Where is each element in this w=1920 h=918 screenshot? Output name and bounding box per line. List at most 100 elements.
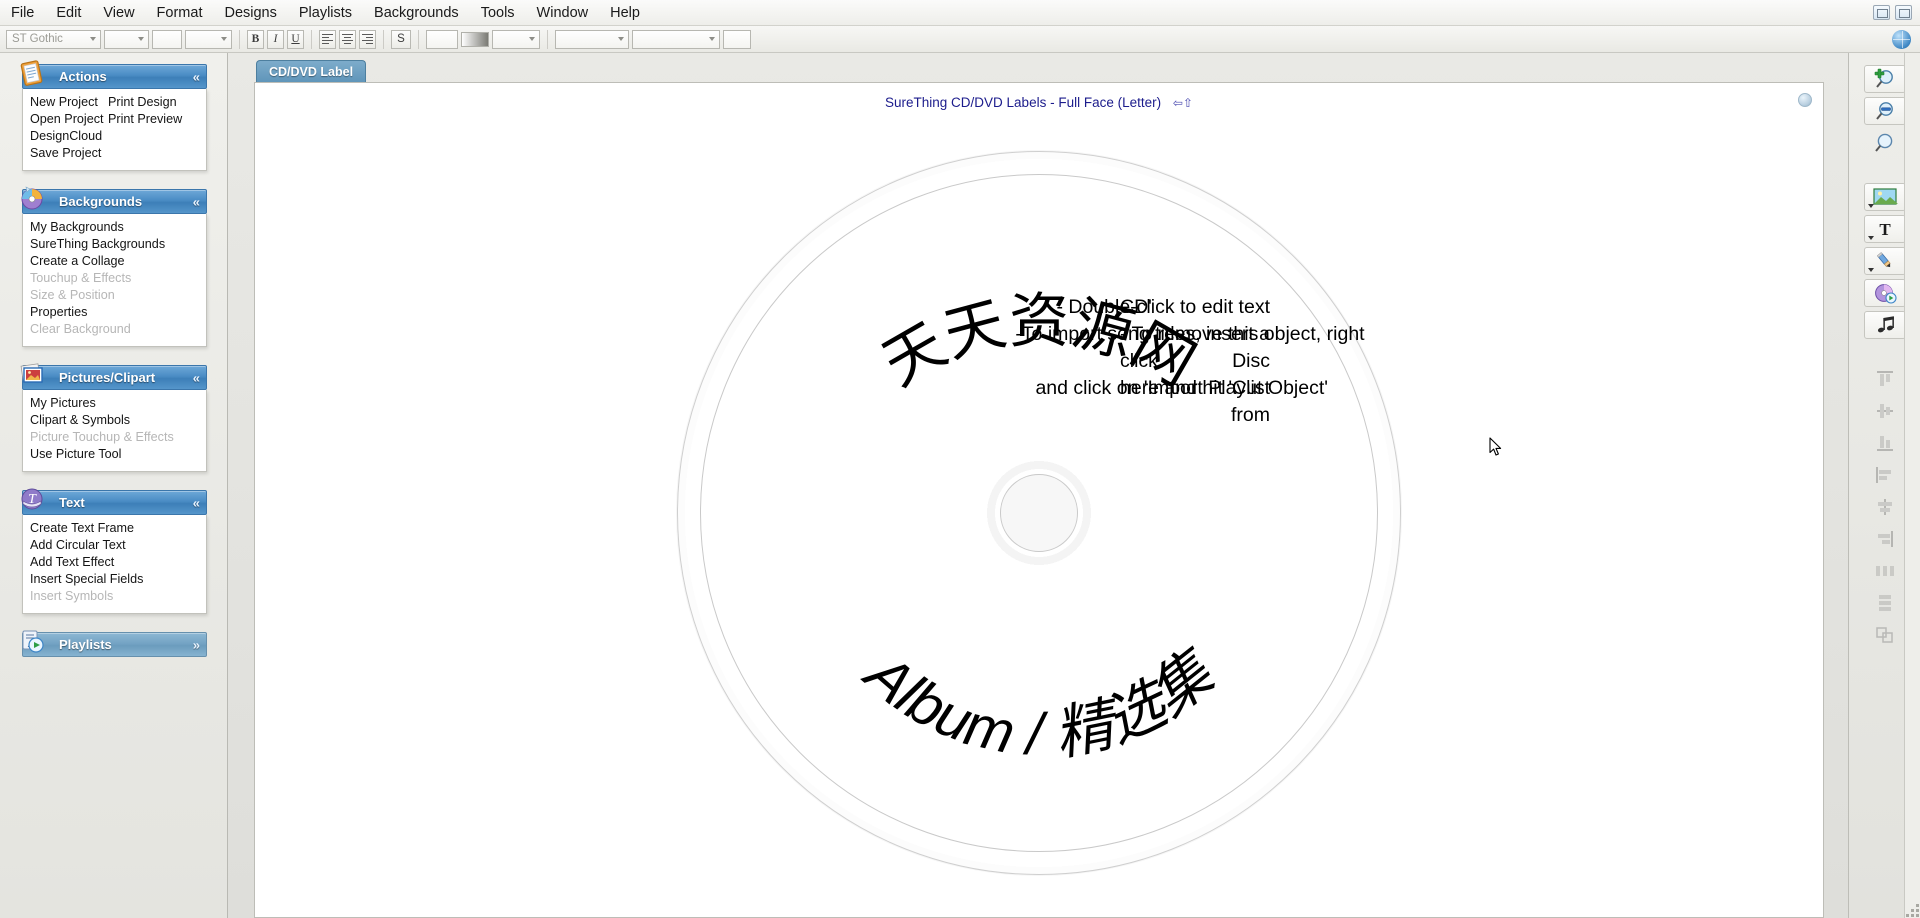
panel-title-actions: Actions: [59, 69, 107, 84]
menu-item-help[interactable]: Help: [599, 2, 651, 24]
tab-cd-dvd-label[interactable]: CD/DVD Label: [256, 60, 367, 84]
chevron-down-icon[interactable]: [1867, 268, 1874, 272]
zoom-icon[interactable]: [1864, 129, 1906, 157]
align-center-button[interactable]: [339, 29, 356, 49]
chevron-collapse-icon[interactable]: «: [193, 371, 200, 384]
disc-right-instruction-block[interactable]: CD' - To remove this object, right click…: [1120, 294, 1370, 402]
menu-bar: File Edit View Format Designs Playlists …: [0, 0, 1920, 26]
action-spacer-2: [108, 145, 206, 162]
menu-item-backgrounds[interactable]: Backgrounds: [363, 2, 470, 24]
menu-item-window[interactable]: Window: [526, 2, 600, 24]
menu-item-playlists[interactable]: Playlists: [288, 2, 363, 24]
text-add-circular-text[interactable]: Add Circular Text: [30, 537, 206, 554]
panel-header-playlists[interactable]: ♪ Playlists »: [22, 630, 207, 657]
align-middle-icon: [1864, 397, 1906, 425]
fill-color-button[interactable]: [426, 29, 458, 49]
underline-button[interactable]: U: [287, 29, 304, 49]
action-designcloud[interactable]: DesignCloud: [30, 128, 108, 145]
pic-my-pictures[interactable]: My Pictures: [30, 395, 206, 412]
menu-item-designs[interactable]: Designs: [213, 2, 287, 24]
panel-header-actions[interactable]: Actions «: [20, 60, 207, 89]
picture-tool-icon[interactable]: [1863, 183, 1906, 211]
chevron-down-icon: [618, 37, 624, 41]
right-rail-scrollbar[interactable]: [1904, 53, 1920, 918]
font-script-select[interactable]: [185, 29, 232, 49]
bg-surething-backgrounds[interactable]: SureThing Backgrounds: [30, 236, 206, 253]
bg-touchup-effects: Touchup & Effects: [30, 271, 132, 285]
font-family-select[interactable]: ST Gothic: [6, 29, 101, 49]
panel-header-backgrounds[interactable]: Backgrounds «: [21, 186, 207, 214]
align-right-icon: [1864, 525, 1906, 553]
panel-header-text[interactable]: T Text «: [21, 488, 207, 515]
menu-item-format[interactable]: Format: [146, 2, 214, 24]
svg-text:T: T: [28, 492, 37, 507]
chevron-down-icon[interactable]: [1867, 236, 1874, 240]
panel-header-pictures-clipart[interactable]: Pictures/Clipart «: [20, 363, 207, 390]
text-insert-special-fields[interactable]: Insert Special Fields: [30, 571, 206, 588]
zoom-out-icon[interactable]: [1863, 97, 1906, 125]
disc-tool-icon[interactable]: [1863, 279, 1906, 307]
italic-button[interactable]: I: [267, 29, 284, 49]
text-add-text-effect[interactable]: Add Text Effect: [30, 554, 206, 571]
more-options-button[interactable]: [723, 29, 751, 49]
maximize-window-button[interactable]: [1895, 5, 1912, 20]
pic-use-picture-tool[interactable]: Use Picture Tool: [30, 446, 206, 463]
group-objects-icon: [1864, 621, 1906, 649]
pic-touchup-effects: Picture Touchup & Effects: [30, 430, 174, 444]
chevron-down-icon: [138, 37, 144, 41]
restore-window-button[interactable]: [1873, 5, 1890, 20]
align-left-button[interactable]: [319, 29, 336, 49]
disc-center-hole: [1000, 474, 1078, 552]
chevron-expand-icon[interactable]: »: [193, 638, 200, 651]
text-tool-icon[interactable]: T: [1863, 215, 1906, 243]
align-top-icon: [1864, 365, 1906, 393]
bold-button[interactable]: B: [247, 29, 264, 49]
resize-grip[interactable]: [1905, 903, 1919, 917]
gradient-fill-button[interactable]: [461, 31, 489, 47]
chevron-down-icon[interactable]: [1867, 204, 1874, 208]
shadow-button[interactable]: S: [391, 29, 411, 49]
menu-item-edit[interactable]: Edit: [45, 2, 92, 24]
align-right-button[interactable]: [359, 29, 376, 49]
panel-text: T Text « Create Text Frame Add Circular …: [21, 488, 207, 614]
window-controls: [1873, 5, 1920, 20]
design-canvas[interactable]: SureThing CD/DVD Labels - Full Face (Let…: [254, 82, 1824, 918]
disc-right-line-3: here and hit 'Cut Object': [1120, 377, 1328, 399]
chevron-collapse-icon[interactable]: «: [193, 496, 200, 509]
pic-clipart-symbols[interactable]: Clipart & Symbols: [30, 412, 206, 429]
palette-disc-icon: [17, 183, 47, 213]
line-style-select[interactable]: [492, 29, 540, 49]
swap-layout-icon[interactable]: ⇦⇧: [1173, 96, 1193, 110]
text-create-text-frame[interactable]: Create Text Frame: [30, 520, 206, 537]
text-tool-icon: T: [17, 484, 47, 514]
action-open-project[interactable]: Open Project: [30, 111, 108, 128]
action-print-design[interactable]: Print Design: [108, 94, 206, 111]
bg-properties[interactable]: Properties: [30, 304, 206, 321]
cd-label-disc[interactable]: 天天资源网 Album / 精选集 - Double-click to edit…: [677, 151, 1401, 875]
draw-tool-icon[interactable]: [1863, 247, 1906, 275]
chevron-collapse-icon[interactable]: «: [193, 70, 200, 83]
bg-my-backgrounds[interactable]: My Backgrounds: [30, 219, 206, 236]
panel-pictures-clipart: Pictures/Clipart « My Pictures Clipart &…: [20, 363, 207, 472]
effects-select[interactable]: [632, 29, 720, 49]
playlist-icon: ♪: [17, 626, 47, 656]
disc-preview-icon[interactable]: [1798, 93, 1812, 107]
action-print-preview[interactable]: Print Preview: [108, 111, 206, 128]
chevron-collapse-icon[interactable]: «: [193, 195, 200, 208]
bg-create-a-collage[interactable]: Create a Collage: [30, 253, 206, 270]
font-style-box[interactable]: [152, 29, 182, 49]
globe-icon[interactable]: [1892, 29, 1911, 49]
menu-item-file[interactable]: File: [0, 2, 45, 24]
outline-color-select[interactable]: [555, 29, 629, 49]
zoom-in-icon[interactable]: [1863, 65, 1906, 93]
format-toolbar: ST Gothic B I U S: [0, 26, 1920, 53]
menu-item-tools[interactable]: Tools: [470, 2, 526, 24]
menu-item-view[interactable]: View: [92, 2, 145, 24]
bg-clear-background: Clear Background: [30, 322, 131, 336]
font-size-select[interactable]: [104, 29, 149, 49]
distribute-v-icon: [1864, 589, 1906, 617]
toolbar-separator: [239, 29, 240, 49]
action-new-project[interactable]: New Project: [30, 94, 108, 111]
music-tool-icon[interactable]: [1863, 311, 1906, 339]
action-save-project[interactable]: Save Project: [30, 145, 108, 162]
